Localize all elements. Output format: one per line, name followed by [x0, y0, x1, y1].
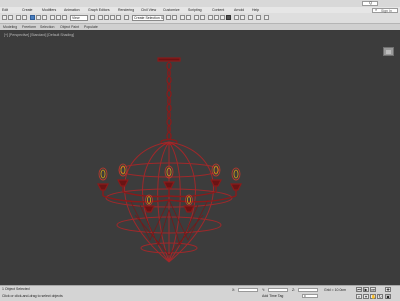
- arnold-icon[interactable]: [234, 15, 239, 20]
- menu-item-create[interactable]: Create: [22, 8, 33, 12]
- layer-explorer-icon[interactable]: [180, 15, 185, 20]
- menu-item-customize[interactable]: Customize: [163, 8, 180, 12]
- align-icon[interactable]: [172, 15, 177, 20]
- ribbon-tab-selection[interactable]: Selection: [40, 25, 54, 29]
- menu-item-civil-view[interactable]: Civil View: [141, 8, 156, 12]
- grid-readout: Grid = 10.0cm: [324, 288, 347, 292]
- ceiling-canopy: [157, 57, 181, 62]
- render-production-icon[interactable]: [226, 15, 231, 20]
- sign-in-box[interactable]: ⌕ Sign In: [372, 7, 398, 13]
- menu-item-help[interactable]: Help: [252, 8, 259, 12]
- zoom-all-icon[interactable]: ⌖: [363, 294, 369, 299]
- redo-icon[interactable]: [8, 15, 13, 20]
- status-bar: 1 Object Selected Click or click-and-dra…: [0, 285, 400, 301]
- chandelier-model[interactable]: [0, 31, 400, 285]
- title-search-label: Q: [369, 0, 373, 5]
- scale-icon[interactable]: [62, 15, 67, 20]
- frame-field[interactable]: 0: [302, 294, 318, 298]
- menu-item-modifiers[interactable]: Modifiers: [42, 8, 56, 12]
- pivot-icon[interactable]: [90, 15, 95, 20]
- project-folder-icon[interactable]: [256, 15, 261, 20]
- edit-named-selection-icon[interactable]: [124, 15, 129, 20]
- toolbar-extra-icon[interactable]: [264, 15, 269, 20]
- ribbon-toggle-icon[interactable]: [186, 15, 191, 20]
- ribbon-tab-modeling[interactable]: Modeling: [3, 25, 17, 29]
- select-by-name-icon[interactable]: [36, 15, 41, 20]
- ribbon-tab-object-paint[interactable]: Object Paint: [60, 25, 79, 29]
- material-editor-icon[interactable]: [208, 15, 213, 20]
- menu-item-arnold[interactable]: Arnold: [234, 8, 244, 12]
- ribbon-tab-populate[interactable]: Populate: [84, 25, 98, 29]
- ribbon: Modeling Freeform Selection Object Paint…: [0, 24, 400, 30]
- mirror-icon[interactable]: [166, 15, 171, 20]
- rotate-icon[interactable]: [56, 15, 61, 20]
- link-icon[interactable]: [16, 15, 21, 20]
- x-label: X:: [232, 288, 236, 292]
- angle-snap-icon[interactable]: [104, 15, 109, 20]
- add-icon[interactable]: ✚: [385, 287, 391, 292]
- menu-item-scripting[interactable]: Scripting: [188, 8, 202, 12]
- go-to-start-icon[interactable]: ⏮: [356, 287, 362, 292]
- x-coordinate-field[interactable]: [238, 288, 258, 292]
- chain: [166, 61, 172, 141]
- snap-toggle-icon[interactable]: [98, 15, 103, 20]
- title-bar: Q: [0, 0, 400, 7]
- menu-item-animation[interactable]: Animation: [64, 8, 80, 12]
- selection-status: 1 Object Selected: [2, 287, 30, 291]
- zoom-icon[interactable]: ⌕: [356, 294, 362, 299]
- sphere-cage: [105, 141, 233, 263]
- title-search-box[interactable]: Q: [362, 0, 378, 6]
- search-icon: ⌕: [375, 7, 378, 12]
- percent-snap-icon[interactable]: [110, 15, 115, 20]
- menu-item-content[interactable]: Content: [212, 8, 224, 12]
- schematic-view-icon[interactable]: [200, 15, 205, 20]
- menu-item-edit[interactable]: Edit: [2, 8, 8, 12]
- reference-coordinate-dropdown[interactable]: View: [70, 15, 88, 21]
- y-label: Y:: [262, 288, 266, 292]
- select-object-icon[interactable]: [30, 15, 35, 20]
- orbit-icon[interactable]: ↻: [377, 294, 383, 299]
- maximize-viewport-icon[interactable]: ▣: [385, 294, 391, 299]
- prompt-hint: Click or click-and-drag to select object…: [2, 294, 63, 298]
- workspace-icon[interactable]: [248, 15, 253, 20]
- rectangular-selection-icon[interactable]: [42, 15, 47, 20]
- spinner-snap-icon[interactable]: [116, 15, 121, 20]
- play-icon[interactable]: ▶: [363, 287, 369, 292]
- move-icon[interactable]: [50, 15, 55, 20]
- menu-item-rendering[interactable]: Rendering: [118, 8, 134, 12]
- go-to-end-icon[interactable]: ⏭: [370, 287, 376, 292]
- pan-icon[interactable]: ✋: [370, 294, 376, 299]
- unlink-icon[interactable]: [22, 15, 27, 20]
- y-coordinate-field[interactable]: [268, 288, 288, 292]
- undo-icon[interactable]: [2, 15, 7, 20]
- ribbon-tab-freeform[interactable]: Freeform: [22, 25, 36, 29]
- arnold-render-icon[interactable]: [240, 15, 245, 20]
- menu-item-graph-editors[interactable]: Graph Editors: [88, 8, 110, 12]
- render-setup-icon[interactable]: [214, 15, 219, 20]
- named-selection-dropdown[interactable]: Create Selection Set: [132, 15, 164, 21]
- add-time-tag[interactable]: Add Time Tag: [262, 294, 283, 298]
- z-label: Z:: [292, 288, 296, 292]
- main-toolbar: View Create Selection Set: [0, 13, 400, 24]
- rendered-frame-window-icon[interactable]: [220, 15, 225, 20]
- curve-editor-icon[interactable]: [194, 15, 199, 20]
- z-coordinate-field[interactable]: [298, 288, 318, 292]
